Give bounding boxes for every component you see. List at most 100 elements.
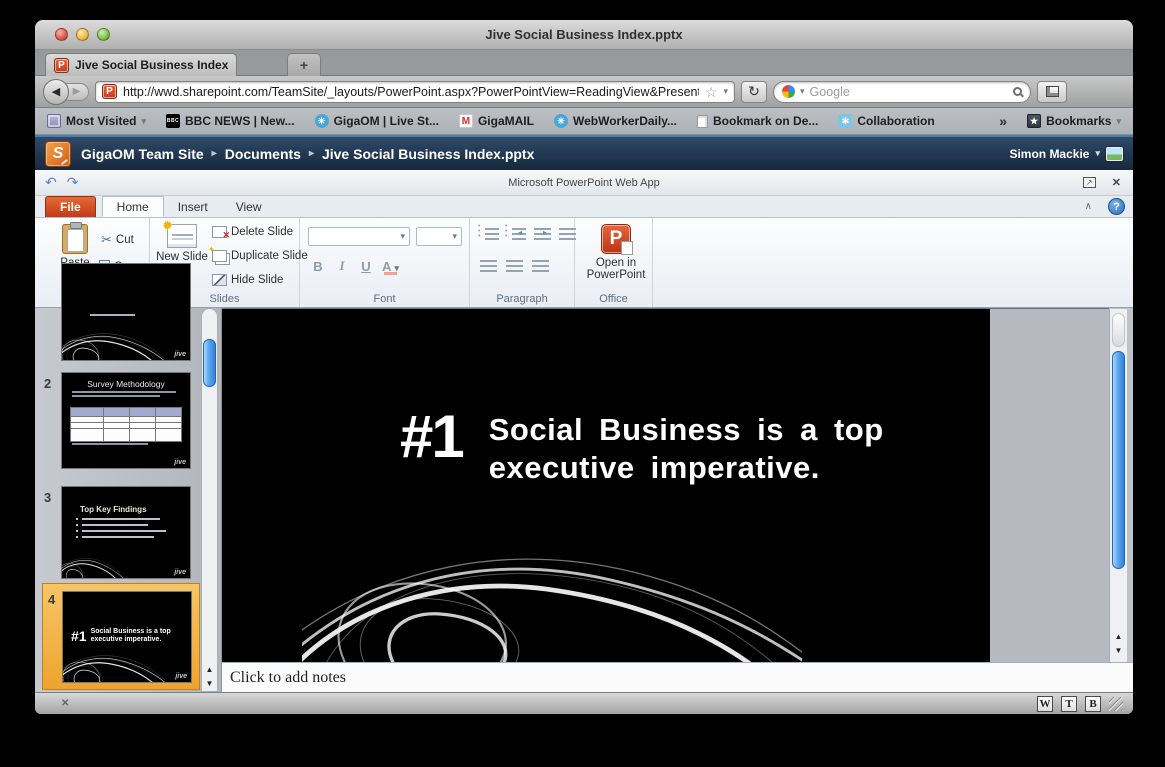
thumbnail-scrollbar[interactable]: ▲ ▼: [201, 308, 218, 692]
bookmark-most-visited[interactable]: Most Visited ▾: [47, 114, 146, 128]
widget-t-button[interactable]: T: [1061, 696, 1077, 712]
bold-button[interactable]: B: [310, 259, 326, 274]
bookmarks-menu[interactable]: ★ Bookmarks ▾: [1027, 114, 1121, 128]
user-menu[interactable]: Simon Mackie ▾: [1009, 147, 1123, 161]
breadcrumb-library[interactable]: Documents: [225, 146, 301, 162]
scrollbar-track-cap: [1112, 313, 1125, 347]
tab-home[interactable]: Home: [102, 196, 164, 217]
titlebar: Jive Social Business Index.pptx: [35, 20, 1133, 50]
notes-pane[interactable]: Click to add notes: [222, 662, 1133, 692]
close-window-button[interactable]: [55, 28, 68, 41]
open-in-powerpoint-button[interactable]: P Open in PowerPoint: [588, 224, 644, 281]
thumb-bullet-line: [82, 518, 160, 520]
slide-headline[interactable]: #1 Social Business is a top executive im…: [400, 409, 884, 487]
thumbnail-scrollbar-thumb[interactable]: [203, 339, 216, 387]
url-field[interactable]: P http://wwd.sharepoint.com/TeamSite/_la…: [95, 81, 735, 103]
collapse-ribbon-icon[interactable]: ∧: [1085, 201, 1092, 212]
bookmark-bbc-news[interactable]: BBC BBC NEWS | New...: [166, 114, 295, 128]
align-center-button[interactable]: [506, 260, 523, 273]
breadcrumb-site[interactable]: GigaOM Team Site: [81, 146, 204, 162]
close-icon[interactable]: ✕: [1112, 176, 1121, 189]
scroll-up-icon[interactable]: ▲: [206, 665, 214, 674]
browser-window: Jive Social Business Index.pptx P Jive S…: [35, 20, 1133, 714]
align-buttons: [480, 260, 549, 273]
duplicate-slide-button[interactable]: Duplicate Slide: [212, 250, 308, 262]
slide-scrollbar-thumb[interactable]: [1112, 351, 1125, 569]
delete-slide-icon: [212, 226, 227, 238]
new-tab-button[interactable]: +: [287, 53, 321, 76]
reader-button[interactable]: [1037, 81, 1067, 103]
tab-presentation[interactable]: P Jive Social Business Index.pptx: [45, 53, 237, 76]
history-buttons: ◀ ▶: [43, 79, 89, 105]
widget-w-button[interactable]: W: [1037, 696, 1053, 712]
zoom-window-button[interactable]: [97, 28, 110, 41]
popout-icon[interactable]: ↗: [1083, 177, 1096, 188]
scroll-up-icon[interactable]: ▲: [1115, 632, 1123, 641]
canvas-gutter: [990, 308, 1109, 662]
open-in-powerpoint-label: Open in PowerPoint: [587, 257, 646, 281]
bookmark-star-icon[interactable]: ☆: [705, 85, 718, 99]
new-slide-button[interactable]: ✹ New Slide: [156, 224, 208, 263]
slide-4-thumbnail[interactable]: #1 Social Business is a top executive im…: [62, 591, 192, 683]
thumb-text-line: [90, 314, 135, 316]
increase-indent-button[interactable]: [559, 228, 576, 241]
slide-2-thumbnail[interactable]: Survey Methodology jive: [61, 372, 191, 469]
search-field[interactable]: ▾: [773, 81, 1031, 103]
bookmark-on-delicious[interactable]: Bookmark on De...: [697, 114, 818, 128]
editor-content: jive 2 Survey Methodology jive 3 Top: [35, 308, 1133, 692]
font-name-select[interactable]: ▾: [308, 227, 410, 246]
notes-placeholder[interactable]: Click to add notes: [230, 669, 346, 687]
bbc-icon: BBC: [166, 114, 180, 128]
help-button[interactable]: ?: [1108, 198, 1125, 215]
thumb-headline: #1 Social Business is a top executive im…: [71, 628, 173, 644]
minimize-window-button[interactable]: [76, 28, 89, 41]
cut-button[interactable]: ✂ Cut: [101, 232, 134, 248]
group-font: ▾ ▾ B I U A ▾ Font: [300, 218, 470, 307]
bullets-button[interactable]: [485, 228, 499, 241]
scroll-down-icon[interactable]: ▼: [1115, 646, 1123, 655]
bookmark-gigaom[interactable]: ✳ GigaOM | Live St...: [315, 114, 439, 128]
delete-slide-button[interactable]: Delete Slide: [212, 226, 293, 238]
font-color-button[interactable]: A ▾: [382, 259, 398, 274]
url-dropdown-icon[interactable]: ▾: [723, 86, 728, 97]
search-engine-dropdown-icon[interactable]: ▾: [800, 86, 805, 97]
slide-1-thumbnail[interactable]: jive: [61, 263, 191, 361]
chevron-down-icon: ▾: [452, 231, 457, 242]
chevron-down-icon: ▾: [141, 116, 146, 127]
user-photo-icon[interactable]: [1106, 147, 1123, 161]
jive-logo: jive: [174, 569, 186, 576]
thumb-table: [70, 407, 182, 442]
widget-b-button[interactable]: B: [1085, 696, 1101, 712]
tab-view[interactable]: View: [222, 196, 276, 217]
scroll-down-icon[interactable]: ▼: [206, 679, 214, 688]
list-buttons: [480, 228, 576, 241]
back-button[interactable]: ◀: [43, 79, 69, 105]
thumbnail-scroll-arrows[interactable]: ▲ ▼: [202, 663, 217, 691]
search-icon[interactable]: [1013, 87, 1022, 96]
underline-button[interactable]: U: [358, 259, 374, 274]
bookmarks-overflow-chevron[interactable]: »: [999, 113, 1007, 129]
slide-canvas[interactable]: #1 Social Business is a top executive im…: [222, 308, 990, 662]
headline-line-1: Social Business is a top: [489, 412, 884, 447]
search-input[interactable]: [810, 85, 1008, 99]
thumb-text-line: [72, 443, 148, 445]
tab-insert[interactable]: Insert: [164, 196, 222, 217]
italic-button[interactable]: I: [334, 258, 350, 274]
slide-scroll-arrows[interactable]: ▲ ▼: [1110, 630, 1127, 658]
align-right-button[interactable]: [532, 260, 549, 273]
bookmark-gigamail[interactable]: M GigaMAIL: [459, 114, 534, 128]
cut-label: Cut: [116, 234, 134, 246]
slide-scrollbar[interactable]: ▲ ▼: [1109, 309, 1127, 662]
slide-3-thumbnail[interactable]: Top Key Findings jive: [61, 486, 191, 579]
hide-slide-button[interactable]: Hide Slide: [212, 274, 283, 286]
sharepoint-logo-icon[interactable]: S: [45, 141, 71, 167]
bookmark-webworkerdaily[interactable]: ✳ WebWorkerDaily...: [554, 114, 677, 128]
align-left-button[interactable]: [480, 260, 497, 273]
bookmark-collaboration[interactable]: ✻ Collaboration: [838, 114, 934, 128]
font-size-select[interactable]: ▾: [416, 227, 462, 246]
statusbar-close-icon[interactable]: ✕: [61, 698, 69, 709]
resize-grip[interactable]: [1109, 697, 1123, 711]
group-office: P Open in PowerPoint Office: [575, 218, 653, 307]
tab-file[interactable]: File: [45, 196, 96, 217]
reload-button[interactable]: ↻: [741, 81, 767, 103]
